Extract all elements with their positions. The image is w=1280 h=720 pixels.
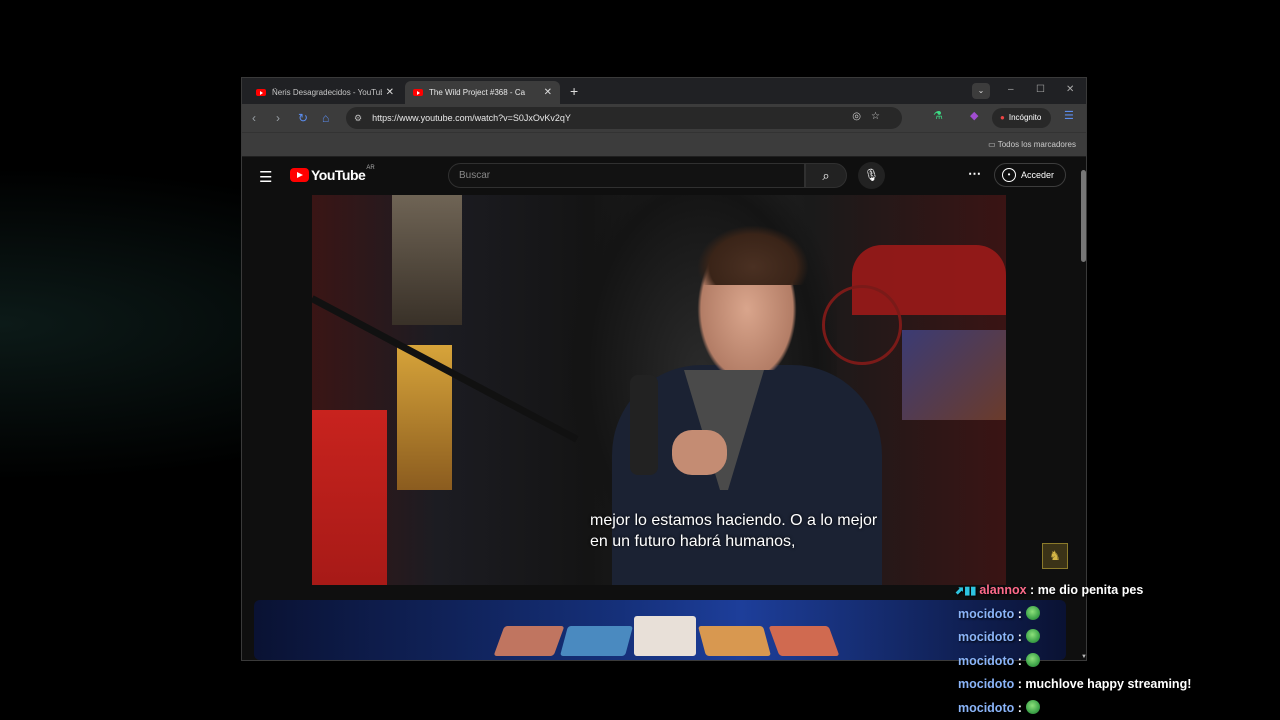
close-tab-icon[interactable]: ✕ — [544, 87, 552, 98]
chat-username: mocidoto — [958, 606, 1015, 621]
all-bookmarks[interactable]: ▭ Todos los marcadores — [988, 140, 1076, 149]
youtube-header: ☰ YouTube AR Buscar ⌕ 🎙 ⋯ • Acceder — [242, 157, 1086, 195]
tab-strip: Ñeris Desagradecidos - YouTube ✕ The Wil… — [242, 78, 1086, 104]
all-bookmarks-label: Todos los marcadores — [997, 140, 1076, 149]
microphone-icon: 🎙 — [863, 168, 880, 182]
url-text[interactable]: https://www.youtube.com/watch?v=S0JxOvKv… — [372, 113, 571, 123]
search-input[interactable]: Buscar — [448, 163, 805, 188]
back-icon[interactable]: ‹ — [252, 111, 256, 125]
tab-search-icon[interactable]: ⌄ — [972, 83, 990, 99]
tab-neris[interactable]: Ñeris Desagradecidos - YouTube ✕ — [248, 81, 402, 104]
youtube-wordmark: YouTube — [311, 167, 366, 183]
close-window-icon[interactable]: ✕ — [1066, 84, 1074, 95]
sign-in-button[interactable]: • Acceder — [994, 163, 1066, 187]
maximize-icon[interactable]: ☐ — [1036, 84, 1045, 95]
chat-message: mocidoto : — [955, 651, 1275, 675]
account-icon: • — [1002, 168, 1016, 182]
ad-banner[interactable] — [254, 600, 1066, 660]
person-hand — [672, 430, 727, 475]
bookmark-icon[interactable]: ☆ — [871, 111, 890, 122]
subtitle-line: en un futuro habrá humanos, — [590, 533, 796, 550]
youtube-favicon-icon — [256, 89, 266, 96]
new-tab-icon[interactable]: + — [570, 83, 578, 99]
reload-icon[interactable]: ↻ — [298, 111, 308, 125]
ad-thumbnail — [634, 616, 696, 656]
guide-menu-icon[interactable]: ☰ — [259, 168, 272, 186]
chat-message: mocidoto : — [955, 604, 1275, 628]
chat-username: mocidoto — [958, 630, 1015, 644]
chat-message: mocidoto : muchlove happy streaming! — [958, 677, 1192, 691]
cola-sign — [312, 410, 387, 585]
tab-title: Ñeris Desagradecidos - YouTube — [272, 88, 382, 97]
chat-username: mocidoto — [958, 700, 1015, 715]
youtube-logo[interactable]: YouTube AR — [290, 165, 375, 183]
chat-username: mocidoto — [958, 677, 1015, 691]
video-subtitles: mejor lo estamos haciendo. O a lo mejor … — [590, 510, 877, 552]
home-icon[interactable]: ⌂ — [322, 111, 329, 125]
chat-username: mocidoto — [958, 653, 1015, 668]
ad-thumbnail — [697, 626, 772, 656]
search-icon: ⌕ — [822, 168, 830, 183]
green-emote-icon — [1025, 605, 1040, 620]
youtube-play-icon — [290, 168, 309, 182]
chat-message: mocidoto : — [955, 627, 1275, 651]
chat-text: muchlove happy streaming! — [1025, 677, 1192, 691]
ad-thumbnail — [768, 626, 840, 656]
youtube-favicon-icon — [413, 89, 423, 96]
video-player[interactable]: mejor lo estamos haciendo. O a lo mejor … — [312, 195, 1006, 585]
country-code: AR — [366, 165, 375, 171]
minimize-icon[interactable]: – — [1008, 84, 1014, 95]
chat-message: mocidoto : — [955, 698, 1275, 720]
tab-title: The Wild Project #368 - Ca — [429, 88, 526, 97]
close-tab-icon[interactable]: ✕ — [386, 87, 394, 98]
omnibox-actions: ◎☆ — [852, 111, 890, 122]
ad-thumbnail — [559, 626, 634, 656]
poster-right — [902, 330, 1006, 420]
green-emote-icon — [1025, 629, 1040, 643]
labs-icon[interactable]: ⚗ — [933, 109, 943, 122]
chat-badges-icon: ⬈▮▮ — [955, 585, 977, 597]
folder-icon: ▭ — [988, 140, 996, 149]
subtitle-line: mejor lo estamos haciendo. O a lo mejor — [590, 512, 878, 529]
more-options-icon[interactable]: ⋯ — [968, 166, 981, 182]
green-emote-icon — [1025, 652, 1040, 667]
stream-chat-overlay: ⬈▮▮ alannox : me dio penita pes mocidoto … — [955, 580, 1275, 720]
forward-icon[interactable]: › — [276, 111, 280, 125]
search-button[interactable]: ⌕ — [805, 163, 847, 188]
board-game-box — [392, 195, 462, 325]
menu-icon[interactable]: ☰ — [1064, 109, 1074, 122]
browser-window: Ñeris Desagradecidos - YouTube ✕ The Wil… — [241, 77, 1087, 661]
extension-icon[interactable]: ◆ — [970, 109, 978, 122]
channel-watermark-icon: ♞ — [1042, 543, 1068, 569]
incognito-label: Incógnito — [1008, 113, 1042, 122]
scrollbar-thumb[interactable] — [1081, 170, 1086, 262]
browser-toolbar: ‹ › ↻ ⌂ ⚙ https://www.youtube.com/watch?… — [242, 104, 1086, 132]
incognito-indicator[interactable]: ● Incógnito — [992, 108, 1052, 128]
address-bar[interactable]: ⚙ https://www.youtube.com/watch?v=S0JxOv… — [346, 107, 902, 129]
chat-username: alannox — [979, 583, 1027, 597]
incognito-icon: ● — [1000, 113, 1005, 122]
sign-in-label: Acceder — [1021, 170, 1055, 180]
bookmarks-bar: ▭ Todos los marcadores — [242, 132, 1086, 156]
eye-off-icon[interactable]: ◎ — [852, 111, 871, 122]
pentagram-decoration — [822, 285, 902, 365]
voice-search-button[interactable]: 🎙 — [858, 162, 885, 189]
green-emote-icon — [1025, 699, 1040, 714]
tab-wild-project[interactable]: The Wild Project #368 - Ca ✕ — [405, 81, 560, 104]
person-hair — [697, 225, 809, 285]
microphone — [630, 375, 658, 475]
ad-thumbnail — [493, 626, 565, 656]
desktop-stage: Ñeris Desagradecidos - YouTube ✕ The Wil… — [0, 0, 1280, 720]
site-info-icon[interactable]: ⚙ — [354, 113, 362, 124]
chat-message: ⬈▮▮ alannox : me dio penita pes — [955, 580, 1275, 604]
chat-text: me dio penita pes — [1037, 583, 1144, 597]
